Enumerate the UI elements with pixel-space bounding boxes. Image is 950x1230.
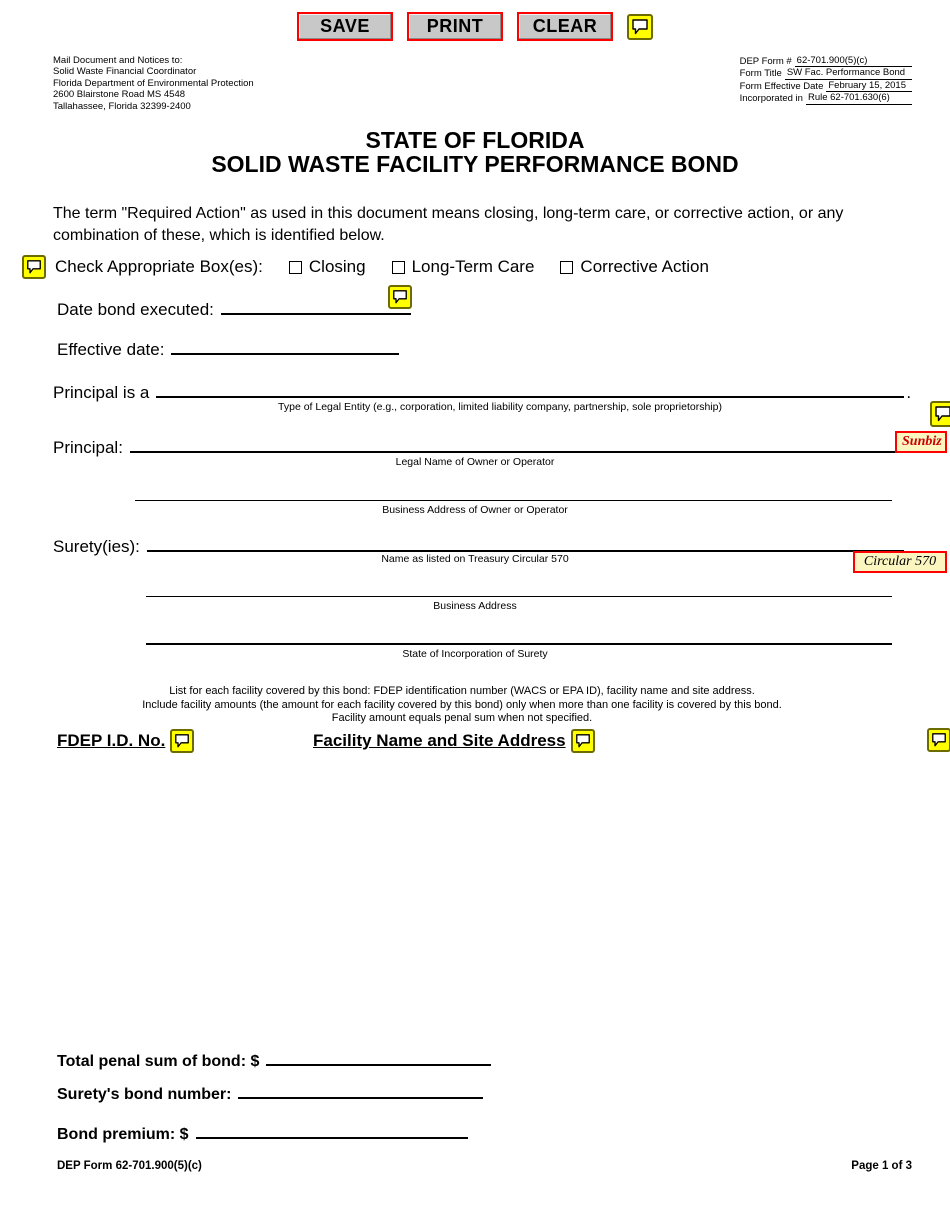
comment-icon[interactable] <box>22 255 46 279</box>
form-meta-row: Incorporated in Rule 62-701.630(6) <box>739 92 912 105</box>
surety-state-input[interactable] <box>146 643 892 645</box>
principal-name-input[interactable] <box>129 450 898 453</box>
save-button[interactable]: SAVE <box>297 12 393 41</box>
facility-id-column-label: FDEP I.D. No. <box>57 731 166 750</box>
form-meta-label: Form Effective Date <box>739 80 824 92</box>
principal-entity-type-input[interactable] <box>156 395 905 398</box>
effective-date-row: Effective date: <box>57 340 400 360</box>
page-title-line-1: STATE OF FLORIDA <box>365 127 585 153</box>
footer-page-number: Page 1 of 3 <box>851 1160 912 1172</box>
surety-bond-number-row: Surety's bond number: <box>57 1086 484 1104</box>
form-meta-value: SW Fac. Performance Bond <box>784 67 908 80</box>
principal-name-row: Principal: <box>53 438 898 458</box>
form-meta-rule <box>908 91 912 93</box>
comment-icon[interactable] <box>927 728 950 752</box>
form-meta-rule <box>891 103 912 105</box>
date-bond-executed-label: Date bond executed: <box>57 300 214 319</box>
checkbox-long-term-care[interactable] <box>391 260 405 274</box>
form-meta-value: February 15, 2015 <box>826 79 908 93</box>
checkbox-option-long-term-care[interactable]: Long-Term Care <box>391 257 535 277</box>
checkbox-option-label: Closing <box>308 257 366 276</box>
principal-entity-type-row: Principal is a . <box>53 383 911 403</box>
mail-to-block: Mail Document and Notices to: Solid Wast… <box>53 55 254 112</box>
surety-address-input[interactable] <box>146 596 892 597</box>
effective-date-label: Effective date: <box>57 340 165 359</box>
surety-label: Surety(ies): <box>53 537 140 556</box>
comment-icon[interactable] <box>930 401 950 427</box>
form-meta-label: DEP Form # <box>739 56 792 67</box>
surety-name-input[interactable] <box>146 549 904 552</box>
form-meta-value: 62-701.900(5)(c) <box>794 55 870 68</box>
facility-instruction-line: Facility amount equals penal sum when no… <box>331 712 593 724</box>
form-meta-row: Form Effective Date February 15, 2015 <box>739 79 912 93</box>
required-action-checkbox-row: Check Appropriate Box(es): Closing Long-… <box>22 255 709 279</box>
print-button[interactable]: PRINT <box>407 12 503 41</box>
sunbiz-lookup-button[interactable]: Sunbiz <box>895 431 947 453</box>
form-toolbar: SAVE PRINT CLEAR <box>0 12 950 41</box>
bond-premium-row: Bond premium: $ <box>57 1126 468 1144</box>
checkbox-closing[interactable] <box>288 260 302 274</box>
comment-icon[interactable] <box>170 729 195 753</box>
facility-id-column-header: FDEP I.D. No. <box>57 729 195 753</box>
surety-name-caption: Name as listed on Treasury Circular 570 <box>381 553 569 565</box>
page-title-line-2: SOLID WASTE FACILITY PERFORMANCE BOND <box>211 151 739 177</box>
bond-premium-label: Bond premium: $ <box>57 1126 189 1143</box>
principal-address-input[interactable] <box>135 500 892 501</box>
checkbox-option-closing[interactable]: Closing <box>288 257 366 277</box>
date-bond-executed-row: Date bond executed: <box>57 300 411 320</box>
circular-570-lookup-button[interactable]: Circular 570 <box>853 551 947 573</box>
form-meta-row: DEP Form # 62-701.900(5)(c) <box>739 55 912 68</box>
facility-instruction-line: List for each facility covered by this b… <box>169 685 755 697</box>
checkbox-option-label: Corrective Action <box>580 257 709 276</box>
form-meta-label: Form Title <box>739 68 782 80</box>
checkbox-option-corrective-action[interactable]: Corrective Action <box>560 257 709 277</box>
mail-to-line: Solid Waste Financial Coordinator <box>53 66 197 78</box>
intro-paragraph: The term "Required Action" as used in th… <box>53 205 844 244</box>
surety-bond-number-label: Surety's bond number: <box>57 1086 232 1103</box>
date-bond-executed-input[interactable] <box>220 312 411 315</box>
form-meta-value: Rule 62-701.630(6) <box>805 92 892 105</box>
mail-to-line: Mail Document and Notices to: <box>53 55 183 66</box>
surety-bond-number-input[interactable] <box>238 1096 484 1099</box>
form-meta-row: Form Title SW Fac. Performance Bond <box>739 67 912 80</box>
form-meta-label: Incorporated in <box>739 93 803 105</box>
total-penal-sum-label: Total penal sum of bond: $ <box>57 1053 260 1070</box>
total-penal-sum-row: Total penal sum of bond: $ <box>57 1053 492 1071</box>
facility-instruction-line: Include facility amounts (the amount for… <box>142 698 782 711</box>
clear-button[interactable]: CLEAR <box>517 12 613 41</box>
surety-state-caption: State of Incorporation of Surety <box>402 648 548 660</box>
mail-to-line: Florida Department of Environmental Prot… <box>53 77 254 89</box>
principal-label: Principal: <box>53 438 123 457</box>
checkbox-corrective-action[interactable] <box>560 260 574 274</box>
facility-name-column-header: Facility Name and Site Address <box>313 729 595 753</box>
mail-to-line: Tallahassee, Florida 32399-2400 <box>53 100 191 112</box>
total-penal-sum-input[interactable] <box>266 1063 492 1066</box>
principal-address-caption: Business Address of Owner or Operator <box>382 504 568 516</box>
principal-is-a-label: Principal is a <box>53 383 150 402</box>
mail-to-line: 2600 Blairstone Road MS 4548 <box>53 89 186 101</box>
principal-is-a-period: . <box>906 383 912 402</box>
comment-icon[interactable] <box>627 13 653 40</box>
facility-instructions: List for each facility covered by this b… <box>53 685 871 726</box>
facility-name-column-label: Facility Name and Site Address <box>313 731 566 750</box>
effective-date-input[interactable] <box>171 352 400 355</box>
principal-name-caption: Legal Name of Owner or Operator <box>395 456 555 468</box>
checkbox-option-label: Long-Term Care <box>411 257 535 276</box>
surety-address-caption: Business Address <box>433 600 517 612</box>
form-meta-block: DEP Form # 62-701.900(5)(c) Form Title S… <box>740 55 912 105</box>
facility-entry-area[interactable] <box>53 760 898 1035</box>
principal-entity-type-caption: Type of Legal Entity (e.g., corporation,… <box>278 401 722 413</box>
footer-form-number: DEP Form 62-701.900(5)(c) <box>57 1160 202 1172</box>
checkbox-group-label: Check Appropriate Box(es): <box>55 257 263 276</box>
comment-icon[interactable] <box>570 729 595 753</box>
bond-premium-input[interactable] <box>195 1136 468 1139</box>
